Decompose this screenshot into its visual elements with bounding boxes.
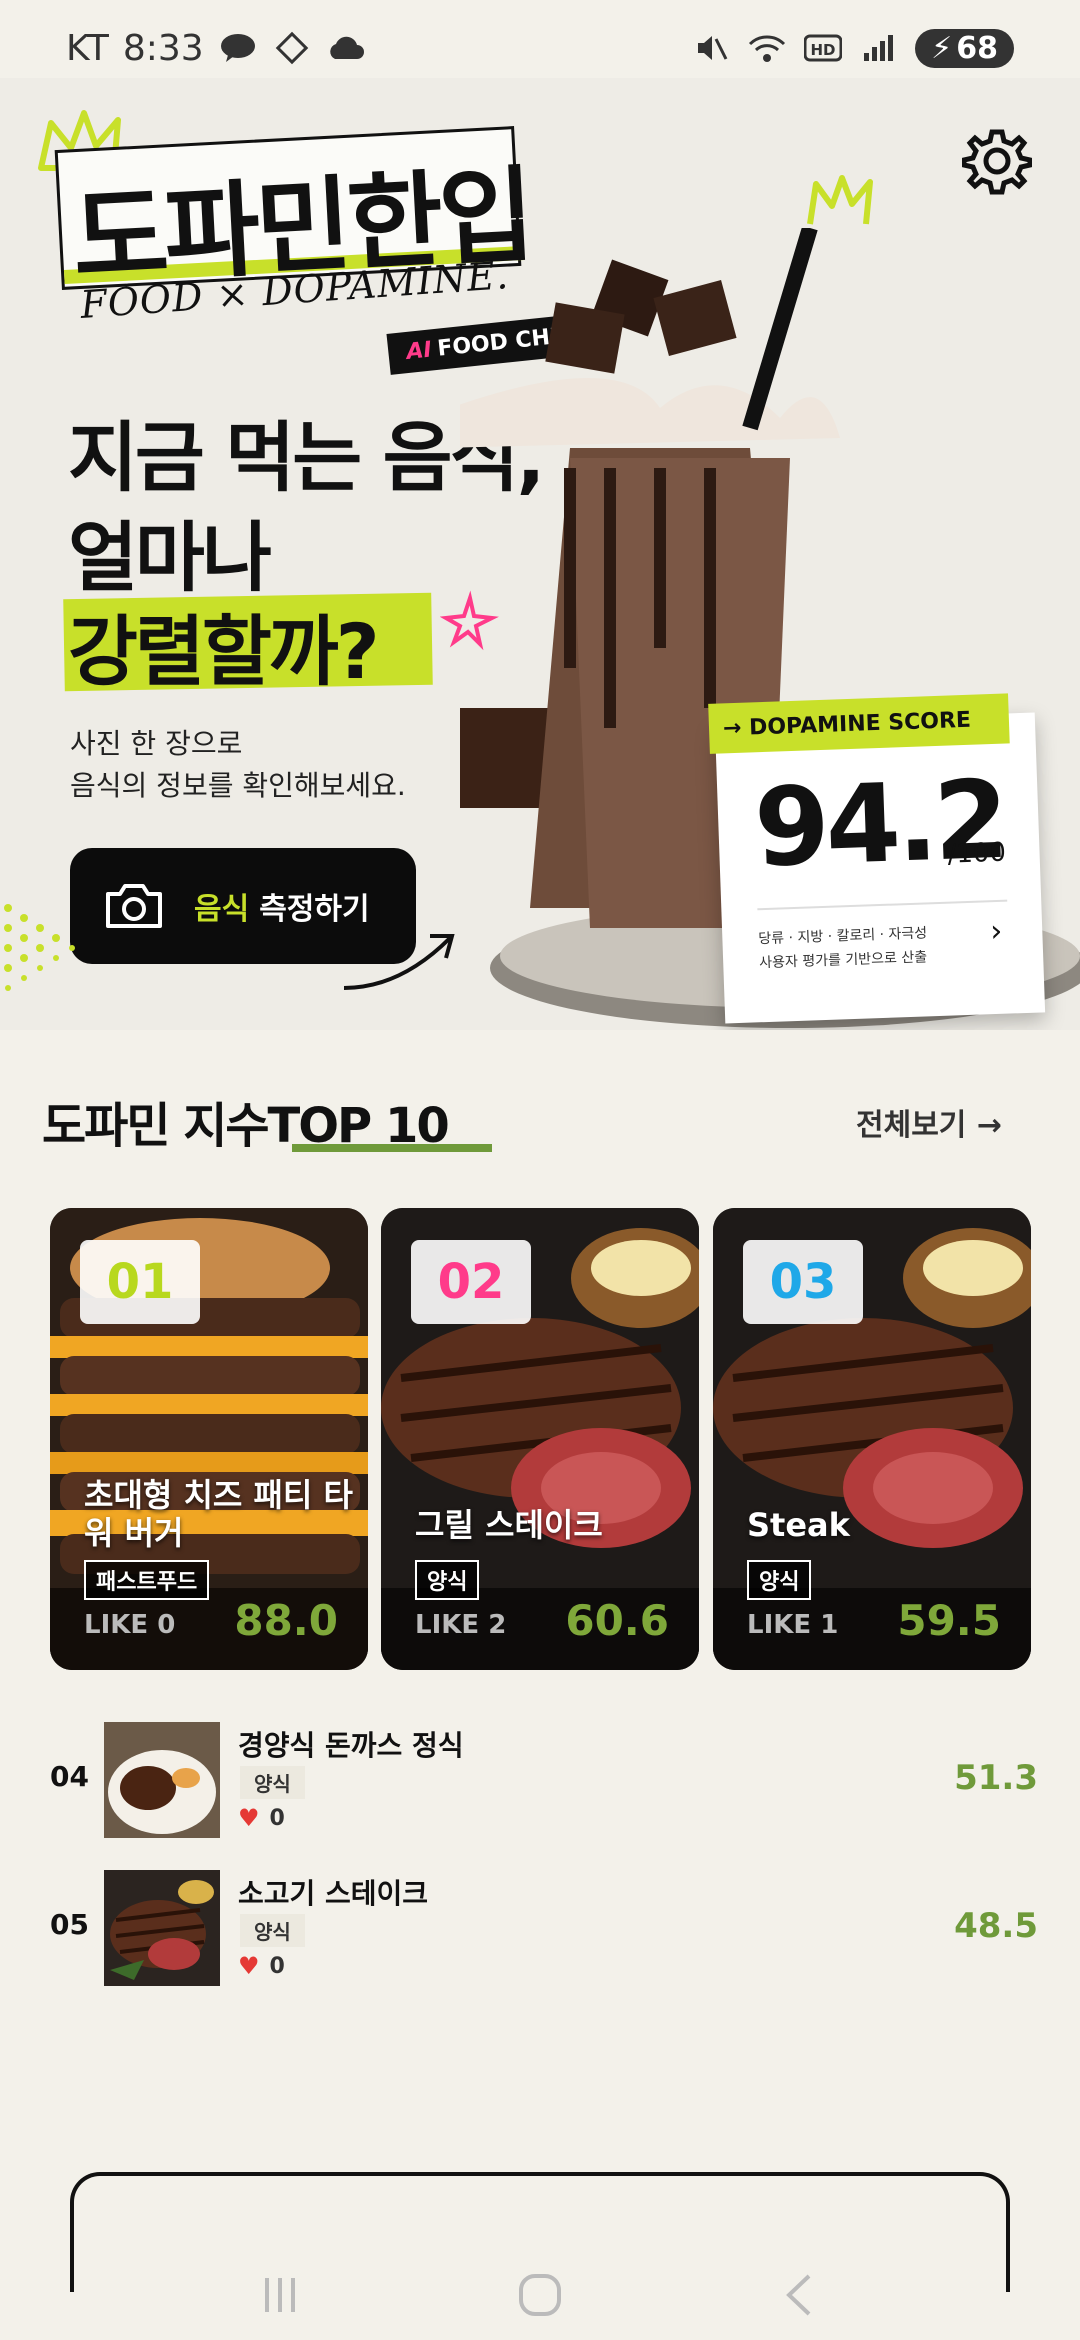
category-tag: 패스트푸드: [84, 1560, 210, 1600]
category-tag: 양식: [747, 1560, 812, 1600]
card-score: 60.6: [565, 1596, 669, 1645]
food-thumbnail: [104, 1870, 220, 1986]
cloud-icon: [326, 28, 366, 68]
category-tag: 양식: [240, 1766, 305, 1799]
card-score: 59.5: [897, 1596, 1001, 1645]
hero-description-2: 음식의 정보를 확인해보세요.: [70, 769, 406, 802]
score-divider: [757, 899, 1008, 911]
hero-description-1: 사진 한 장으로: [70, 727, 243, 760]
chevron-right-icon: ›: [989, 913, 1003, 950]
category-tag: 양식: [240, 1914, 305, 1947]
diamond-icon: [272, 28, 312, 68]
rank-number: 04: [50, 1760, 89, 1793]
battery-indicator: ⚡ 68: [915, 28, 1014, 68]
system-navigation-bar: [0, 2250, 1080, 2340]
score-note-2: 사용자 평가를 기반으로 산출: [758, 949, 928, 972]
score-label: → DOPAMINE SCORE: [708, 693, 1010, 754]
svg-text:HD: HD: [811, 41, 836, 59]
like-count: ♥ 0: [238, 1952, 285, 1980]
like-count: LIKE 1: [747, 1610, 839, 1640]
wifi-icon: [747, 28, 787, 68]
heart-icon: ♥: [238, 1952, 260, 1980]
category-tag: 양식: [415, 1560, 480, 1600]
headline-line-3: 강렬할까?: [68, 607, 380, 696]
card-score: 88.0: [234, 1596, 338, 1645]
signal-icon: [859, 28, 899, 68]
home-icon[interactable]: [515, 2270, 565, 2320]
list-item[interactable]: 05 소고기 스테이크 양식 ♥ 0 48.5: [0, 1870, 1080, 1990]
top-card-1[interactable]: 01 초대형 치즈 패티 타워 버거 패스트푸드 LIKE 0 88.0: [50, 1208, 368, 1670]
talk-icon: [218, 28, 258, 68]
heart-icon: ♥: [238, 1804, 260, 1832]
top-card-2[interactable]: 02 그릴 스테이크 양식 LIKE 2 60.6: [381, 1208, 699, 1670]
like-count: LIKE 2: [415, 1610, 507, 1640]
settings-gear-icon[interactable]: [962, 126, 1032, 196]
rank-badge: 02: [411, 1240, 531, 1324]
recent-apps-icon[interactable]: [255, 2270, 305, 2320]
camera-icon: [106, 884, 162, 928]
like-count: ♥ 0: [238, 1804, 285, 1832]
carrier: KT: [66, 27, 109, 69]
food-thumbnail: [104, 1722, 220, 1838]
halftone-dots: [4, 904, 75, 991]
score-note-1: 당류 · 지방 · 칼로리 · 자극성: [758, 925, 928, 948]
back-icon[interactable]: [775, 2270, 825, 2320]
food-score: 48.5: [954, 1906, 1038, 1946]
crown-doodle-small: [807, 175, 873, 225]
clock: 8:33: [122, 27, 204, 69]
top-card-3[interactable]: 03 Steak 양식 LIKE 1 59.5: [713, 1208, 1031, 1670]
ranking-title-underline: [292, 1144, 492, 1152]
food-score: 51.3: [954, 1758, 1038, 1798]
list-item[interactable]: 04 경양식 돈까스 정식 양식 ♥ 0 51.3: [0, 1722, 1080, 1842]
card-title: 초대형 치즈 패티 타워 버거: [84, 1476, 353, 1552]
hd-icon: HD: [803, 28, 843, 68]
food-name: 소고기 스테이크: [238, 1877, 429, 1910]
rank-badge: 03: [743, 1240, 863, 1324]
like-count: LIKE 0: [84, 1610, 176, 1640]
see-all-link[interactable]: 전체보기 →: [856, 1100, 1002, 1144]
arrow-doodle: [343, 934, 455, 990]
rank-badge: 01: [80, 1240, 200, 1324]
food-name: 경양식 돈까스 정식: [238, 1729, 464, 1762]
mute-icon: [691, 28, 731, 68]
score-value: 94.2: [752, 757, 1008, 892]
dopamine-score-card[interactable]: → DOPAMINE SCORE 94.2 /100 당류 · 지방 · 칼로리…: [708, 693, 1046, 1024]
card-title: 그릴 스테이크: [415, 1506, 603, 1544]
card-title: Steak: [747, 1506, 850, 1544]
score-max: /100: [947, 837, 1007, 870]
hero-banner: 도파민한입 FOOD × DOPAMINE. AI FOOD CHECK 지금 먹…: [0, 78, 1080, 1030]
rank-number: 05: [50, 1908, 89, 1941]
